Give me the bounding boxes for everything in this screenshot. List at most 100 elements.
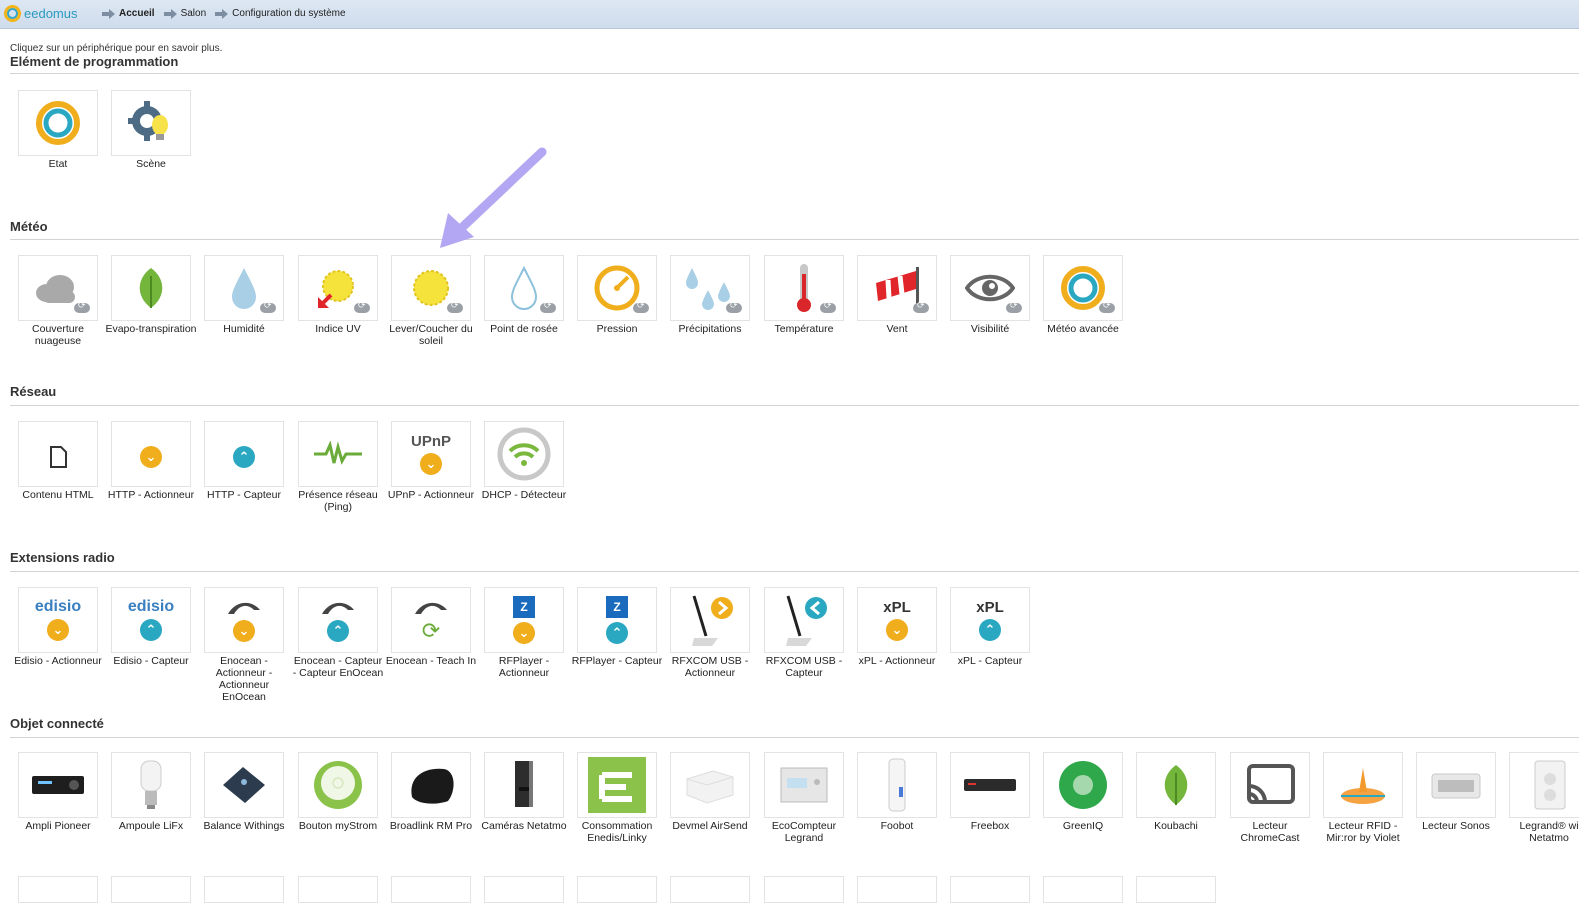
- rfplayer-up-icon: Z ⌃: [577, 587, 657, 653]
- device-tile[interactable]: edisio ⌃ Edisio - Capteur: [111, 587, 191, 667]
- device-tile[interactable]: Z ⌄ RFPlayer - Actionneur: [484, 587, 564, 679]
- device-tile[interactable]: Koubachi: [1136, 752, 1216, 832]
- device-tile[interactable]: Freebox: [950, 752, 1030, 832]
- device-tile[interactable]: Etat: [18, 90, 98, 170]
- device-tile[interactable]: Ampli Pioneer: [18, 752, 98, 832]
- device-label: Legrand® wi Netatmo: [1519, 820, 1579, 844]
- device-tile[interactable]: DHCP - Détecteur: [482, 421, 566, 501]
- device-label: Lecteur RFID - Mir:ror by Violet: [1326, 820, 1400, 844]
- breadcrumb-item-accueil[interactable]: Accueil: [102, 8, 155, 19]
- device-label: Koubachi: [1154, 820, 1198, 832]
- device-tile-partial: [1136, 876, 1216, 903]
- device-tile[interactable]: [1043, 876, 1123, 903]
- device-tile[interactable]: [204, 876, 284, 903]
- device-tile[interactable]: Vent: [857, 255, 937, 335]
- section-divider: [10, 571, 1579, 572]
- section-title: Extensions radio: [10, 550, 115, 565]
- breadcrumb-item-salon[interactable]: Salon: [163, 8, 206, 19]
- device-label: Edisio - Actionneur: [14, 655, 102, 667]
- section-divider: [10, 737, 1579, 738]
- rfplayer-down-icon: Z ⌄: [484, 587, 564, 653]
- cloud-icon: [18, 255, 98, 321]
- section-title: Météo: [10, 219, 48, 234]
- device-tile[interactable]: Evapo-transpiration: [105, 255, 197, 335]
- device-tile[interactable]: Pression: [577, 255, 657, 335]
- device-tile[interactable]: [18, 876, 98, 903]
- device-tile[interactable]: GreenIQ: [1043, 752, 1123, 832]
- device-label: RFXCOM USB - Actionneur: [671, 655, 749, 679]
- device-tile[interactable]: Lecteur RFID - Mir:ror by Violet: [1323, 752, 1403, 844]
- edisio-down-icon: edisio ⌄: [18, 587, 98, 653]
- device-tile[interactable]: RFXCOM USB - Capteur: [764, 587, 844, 679]
- breadcrumb-item-configuration[interactable]: Configuration du système: [215, 8, 346, 19]
- device-label: Foobot: [880, 820, 914, 832]
- dolphin-sync-icon: ⟳: [391, 587, 471, 653]
- device-tile[interactable]: Balance Withings: [203, 752, 285, 832]
- device-tile[interactable]: [391, 876, 471, 903]
- device-tile[interactable]: ⌃ HTTP - Capteur: [204, 421, 284, 501]
- device-tile[interactable]: Point de rosée: [484, 255, 564, 335]
- device-tile[interactable]: RFXCOM USB - Actionneur: [670, 587, 750, 679]
- device-label: RFPlayer - Actionneur: [498, 655, 550, 679]
- device-tile[interactable]: [484, 876, 564, 903]
- device-tile[interactable]: Legrand® wi Netatmo: [1509, 752, 1579, 844]
- device-tile[interactable]: [577, 876, 657, 903]
- device-tile[interactable]: Lecteur ChromeCast: [1230, 752, 1310, 844]
- device-tile[interactable]: Météo avancée: [1043, 255, 1123, 335]
- device-tile[interactable]: ⟳ Enocean - Teach In: [386, 587, 476, 667]
- device-tile[interactable]: [764, 876, 844, 903]
- device-tile[interactable]: Couverture nuageuse: [18, 255, 98, 347]
- device-tile[interactable]: UPnP ⌄ UPnP - Actionneur: [388, 421, 474, 501]
- device-tile-partial: [18, 876, 98, 903]
- device-tile[interactable]: ⌄ HTTP - Actionneur: [108, 421, 194, 501]
- device-tile[interactable]: Foobot: [857, 752, 937, 832]
- device-tile[interactable]: ⌄ Enocean - Actionneur - Actionneur EnOce…: [204, 587, 284, 703]
- device-tile[interactable]: Lecteur Sonos: [1416, 752, 1496, 832]
- device-tile[interactable]: ⌃ Enocean - Capteur - Capteur EnOcean: [293, 587, 383, 679]
- device-tile[interactable]: [950, 876, 1030, 903]
- device-tile[interactable]: Humidité: [204, 255, 284, 335]
- device-tile[interactable]: EcoCompteur Legrand: [764, 752, 844, 844]
- device-tile[interactable]: [111, 876, 191, 903]
- device-tile[interactable]: Précipitations: [670, 255, 750, 335]
- meteo-ring-icon: [1043, 255, 1123, 321]
- device-tile[interactable]: edisio ⌄ Edisio - Actionneur: [14, 587, 102, 667]
- device-tile-partial: [204, 876, 284, 903]
- device-label: xPL - Capteur: [957, 655, 1023, 667]
- camera-icon: [484, 752, 564, 818]
- device-tile[interactable]: Contenu HTML: [18, 421, 98, 501]
- device-tile[interactable]: Z ⌃ RFPlayer - Capteur: [572, 587, 662, 667]
- eedomus-logo[interactable]: eedomus: [4, 5, 77, 22]
- device-tile[interactable]: Consommation Enedis/Linky: [577, 752, 657, 844]
- device-label: xPL - Actionneur: [858, 655, 936, 667]
- broadlink-icon: [391, 752, 471, 818]
- device-tile[interactable]: [670, 876, 750, 903]
- windsock-icon: [857, 255, 937, 321]
- etat-ring-icon: [18, 90, 98, 156]
- device-label: Ampli Pioneer: [25, 820, 91, 832]
- device-tile[interactable]: Devmel AirSend: [670, 752, 750, 832]
- device-tile[interactable]: Ampoule LiFx: [111, 752, 191, 832]
- device-label: Lever/Coucher du soleil: [389, 323, 473, 347]
- device-tile[interactable]: Scène: [111, 90, 191, 170]
- device-tile-partial: [111, 876, 191, 903]
- device-tile[interactable]: [298, 876, 378, 903]
- device-tile[interactable]: Caméras Netatmo: [481, 752, 567, 832]
- device-tile[interactable]: Indice UV: [298, 255, 378, 335]
- av-receiver-icon: [18, 752, 98, 818]
- device-tile[interactable]: xPL ⌃ xPL - Capteur: [950, 587, 1030, 667]
- rfid-icon: [1323, 752, 1403, 818]
- device-tile[interactable]: [857, 876, 937, 903]
- device-tile[interactable]: Température: [764, 255, 844, 335]
- device-label: Lecteur Sonos: [1422, 820, 1490, 832]
- device-tile[interactable]: xPL ⌄ xPL - Actionneur: [857, 587, 937, 667]
- device-tile[interactable]: Broadlink RM Pro: [390, 752, 472, 832]
- device-tile[interactable]: Visibilité: [950, 255, 1030, 335]
- device-label: Bouton myStrom: [298, 820, 378, 832]
- device-label: Devmel AirSend: [672, 820, 748, 832]
- device-tile[interactable]: Bouton myStrom: [298, 752, 378, 832]
- device-tile[interactable]: Présence réseau (Ping): [298, 421, 378, 513]
- device-tile[interactable]: Lever/Coucher du soleil: [389, 255, 473, 347]
- device-tile[interactable]: [1136, 876, 1216, 903]
- device-tile-partial: [484, 876, 564, 903]
